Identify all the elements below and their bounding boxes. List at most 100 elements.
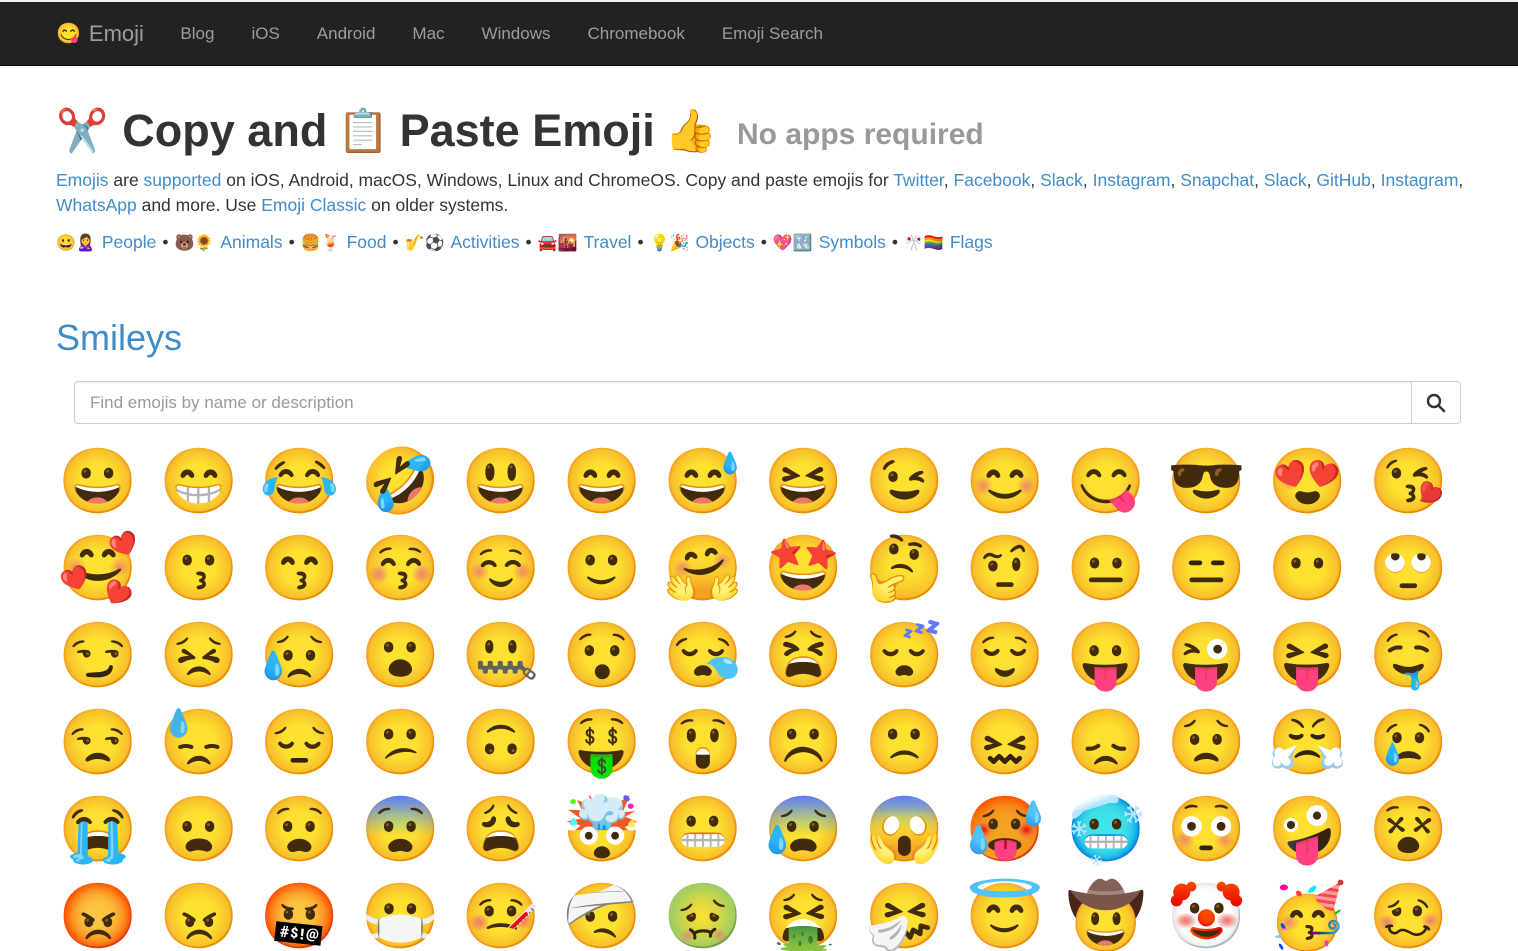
emoji-item[interactable]: 🤑	[562, 705, 642, 780]
emoji-item[interactable]: 😋	[1066, 444, 1146, 519]
platform-link-instagram-2[interactable]: Instagram	[1381, 170, 1459, 190]
emoji-item[interactable]: 😪	[663, 618, 743, 693]
emoji-item[interactable]: 😷	[360, 879, 441, 951]
emoji-item[interactable]: 🥳	[1268, 879, 1348, 951]
emoji-item[interactable]: 😛	[1066, 618, 1146, 693]
emoji-item[interactable]: 😙	[260, 531, 340, 606]
emoji-item[interactable]: 😯	[562, 618, 642, 693]
emoji-item[interactable]: 😔	[260, 705, 340, 780]
emoji-item[interactable]: 😰	[764, 792, 844, 867]
emoji-item[interactable]: 😶	[1268, 531, 1348, 606]
emoji-item[interactable]: 🥶	[1066, 792, 1146, 867]
nav-link-chromebook[interactable]: Chromebook	[569, 2, 703, 66]
emoji-item[interactable]: 😟	[1167, 705, 1247, 780]
nav-link-blog[interactable]: Blog	[162, 2, 233, 66]
emoji-item[interactable]: 😌	[965, 618, 1045, 693]
emoji-item[interactable]: 😡	[58, 879, 138, 951]
nav-link-mac[interactable]: Mac	[394, 2, 463, 66]
emoji-item[interactable]: 🤣	[360, 444, 441, 519]
emoji-item[interactable]: 🤬	[260, 879, 340, 951]
emoji-item[interactable]: 😇	[965, 879, 1045, 951]
platform-link-slack[interactable]: Slack	[1040, 170, 1083, 190]
emoji-item[interactable]: 🙂	[562, 531, 642, 606]
emoji-item[interactable]: 🤯	[562, 792, 642, 867]
emoji-item[interactable]: 😠	[159, 879, 239, 951]
emoji-item[interactable]: 😩	[461, 792, 541, 867]
emoji-item[interactable]: 😴	[864, 618, 945, 693]
platform-link-instagram[interactable]: Instagram	[1093, 170, 1171, 190]
emoji-item[interactable]: 😁	[159, 444, 239, 519]
emoji-item[interactable]: 😱	[864, 792, 945, 867]
emoji-item[interactable]: 🤐	[461, 618, 541, 693]
emoji-item[interactable]: 😖	[965, 705, 1045, 780]
nav-link-ios[interactable]: iOS	[233, 2, 298, 66]
emoji-item[interactable]: 😂	[260, 444, 340, 519]
emoji-item[interactable]: ☹️	[764, 705, 844, 780]
emoji-classic-link[interactable]: Emoji Classic	[261, 195, 366, 215]
platform-link-snapchat[interactable]: Snapchat	[1180, 170, 1254, 190]
supported-link[interactable]: supported	[144, 170, 222, 190]
nav-link-emoji-search[interactable]: Emoji Search	[703, 2, 841, 66]
emoji-item[interactable]: 😚	[360, 531, 441, 606]
category-link-objects[interactable]: 💡🎉 Objects	[650, 232, 755, 253]
emoji-item[interactable]: 🤔	[864, 531, 945, 606]
emoji-item[interactable]: 😏	[58, 618, 138, 693]
platform-link-twitter[interactable]: Twitter	[893, 170, 944, 190]
category-link-symbols[interactable]: 💖🔣 Symbols	[773, 232, 886, 253]
emoji-item[interactable]: 😃	[461, 444, 541, 519]
emoji-item[interactable]: 🤮	[764, 879, 844, 951]
emoji-item[interactable]: 😅	[663, 444, 743, 519]
emoji-item[interactable]: 😎	[1167, 444, 1247, 519]
emoji-item[interactable]: 😨	[360, 792, 441, 867]
emoji-item[interactable]: 🤨	[965, 531, 1045, 606]
emoji-item[interactable]: 🤗	[663, 531, 743, 606]
emoji-item[interactable]: 😥	[260, 618, 340, 693]
emoji-item[interactable]: 😓	[159, 705, 239, 780]
category-link-flags[interactable]: 🎌🏳️‍🌈 Flags	[904, 232, 993, 253]
emoji-item[interactable]: 😲	[663, 705, 743, 780]
emoji-item[interactable]: 🤠	[1066, 879, 1146, 951]
category-link-animals[interactable]: 🐻🌻 Animals	[174, 232, 282, 253]
emoji-item[interactable]: 🙄	[1368, 531, 1449, 606]
emoji-item[interactable]: 😳	[1167, 792, 1247, 867]
emojis-link[interactable]: Emojis	[56, 170, 109, 190]
emoji-item[interactable]: 😭	[58, 792, 138, 867]
emoji-item[interactable]: 🥴	[1368, 879, 1449, 951]
search-button[interactable]	[1411, 381, 1461, 424]
category-link-activities[interactable]: 🎷⚽ Activities	[405, 232, 520, 253]
emoji-item[interactable]: 🥵	[965, 792, 1045, 867]
emoji-item[interactable]: 😊	[965, 444, 1045, 519]
emoji-item[interactable]: 🤡	[1167, 879, 1247, 951]
emoji-item[interactable]: 😵	[1368, 792, 1449, 867]
emoji-item[interactable]: 😧	[260, 792, 340, 867]
nav-link-android[interactable]: Android	[298, 2, 394, 66]
emoji-item[interactable]: 🙁	[864, 705, 945, 780]
emoji-item[interactable]: 😀	[58, 444, 138, 519]
emoji-item[interactable]: 🙃	[461, 705, 541, 780]
emoji-item[interactable]: 😦	[159, 792, 239, 867]
category-link-travel[interactable]: 🚘🌇 Travel	[538, 232, 632, 253]
emoji-item[interactable]: 😫	[764, 618, 844, 693]
emoji-item[interactable]: 😢	[1368, 705, 1449, 780]
emoji-item[interactable]: 🤒	[461, 879, 541, 951]
emoji-item[interactable]: ☺️	[461, 531, 541, 606]
emoji-item[interactable]: 🤢	[663, 879, 743, 951]
platform-link-facebook[interactable]: Facebook	[954, 170, 1031, 190]
nav-link-windows[interactable]: Windows	[463, 2, 569, 66]
emoji-item[interactable]: 😣	[159, 618, 239, 693]
emoji-item[interactable]: 😐	[1066, 531, 1146, 606]
emoji-item[interactable]: 😜	[1167, 618, 1247, 693]
emoji-item[interactable]: 🤤	[1368, 618, 1449, 693]
platform-link-whatsapp[interactable]: WhatsApp	[56, 195, 137, 215]
emoji-item[interactable]: 😞	[1066, 705, 1146, 780]
emoji-item[interactable]: 🤩	[764, 531, 844, 606]
emoji-item[interactable]: 🥰	[58, 531, 138, 606]
emoji-item[interactable]: 🤧	[864, 879, 945, 951]
emoji-item[interactable]: 😍	[1268, 444, 1348, 519]
emoji-item[interactable]: 😄	[562, 444, 642, 519]
emoji-item[interactable]: 🤪	[1268, 792, 1348, 867]
emoji-item[interactable]: 😝	[1268, 618, 1348, 693]
emoji-item[interactable]: 😮	[360, 618, 441, 693]
emoji-item[interactable]: 🤕	[562, 879, 642, 951]
brand-link[interactable]: 😋 Emoji	[56, 21, 144, 47]
